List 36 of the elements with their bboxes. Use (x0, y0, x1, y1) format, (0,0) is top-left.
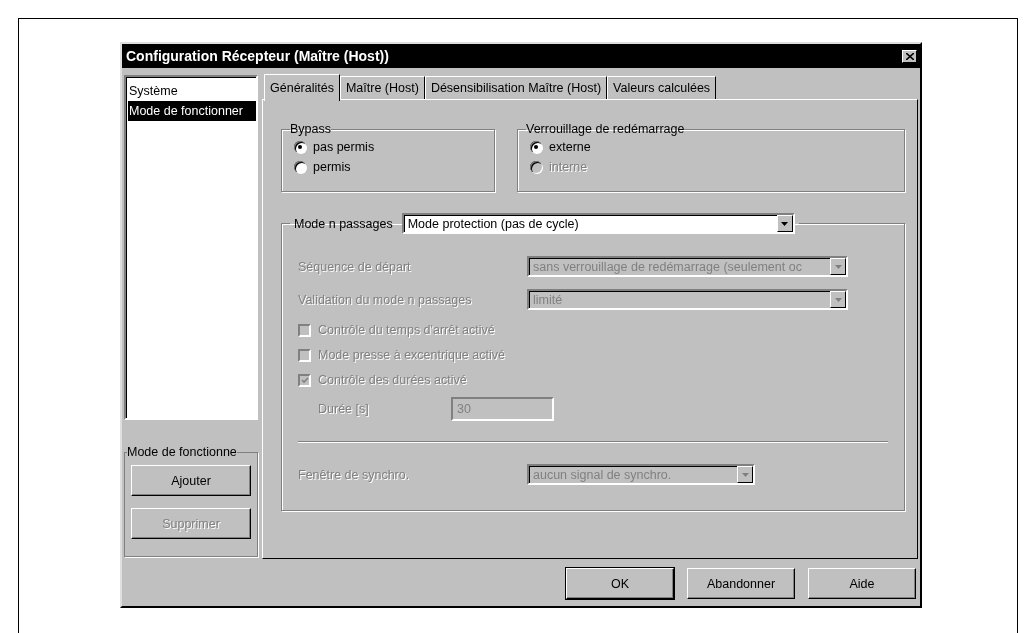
list-item[interactable]: Système (128, 81, 256, 101)
option-label: externe (549, 140, 591, 154)
tab[interactable]: Généralités (264, 74, 340, 101)
field-label: Fenêtre de synchro. (298, 467, 410, 482)
add-button[interactable]: Ajouter (131, 465, 251, 496)
dialog-button[interactable]: Abandonner (687, 568, 795, 599)
caret-icon (741, 472, 749, 477)
group-title: Mode de fonctionne (127, 445, 237, 459)
list-item[interactable]: Mode de fonctionner (128, 101, 256, 121)
group-title: Mode n passages (294, 216, 393, 231)
group-title: Verrouillage de redémarrage (526, 122, 685, 136)
caret-icon (781, 221, 789, 226)
checkbox-label: Mode presse à excentrique activé (318, 348, 505, 362)
dialog-button[interactable]: Aide (808, 568, 916, 599)
checkbox-label: Contrôle des durées activé (318, 373, 467, 387)
option-label: interne (549, 160, 588, 174)
field-label: Durée [s] (318, 402, 369, 416)
group-title: Bypass (290, 122, 331, 136)
window-title: Configuration Récepteur (Maître (Host)) (126, 48, 389, 64)
tab[interactable]: Valeurs calculées (607, 76, 717, 99)
checkbox-label: Contrôle du temps d'arrêt activé (318, 323, 495, 337)
tab[interactable]: Désensibilisation Maître (Host) (424, 76, 608, 99)
radio-button[interactable] (294, 161, 306, 173)
field-label: Séquence de départ (298, 259, 411, 274)
close-icon (905, 52, 914, 60)
check-icon (300, 376, 309, 384)
mode-dropdown[interactable]: Mode protection (pas de cycle) (401, 213, 795, 234)
option-label: pas permis (313, 140, 375, 154)
close-button[interactable] (902, 49, 917, 63)
option-label: permis (313, 160, 351, 174)
tab[interactable]: Maître (Host) (339, 76, 425, 99)
radio-button[interactable] (294, 141, 306, 153)
radio-button[interactable] (530, 141, 542, 153)
dialog-button[interactable]: OK (566, 568, 674, 599)
caret-icon (834, 264, 842, 269)
caret-icon (834, 297, 842, 302)
